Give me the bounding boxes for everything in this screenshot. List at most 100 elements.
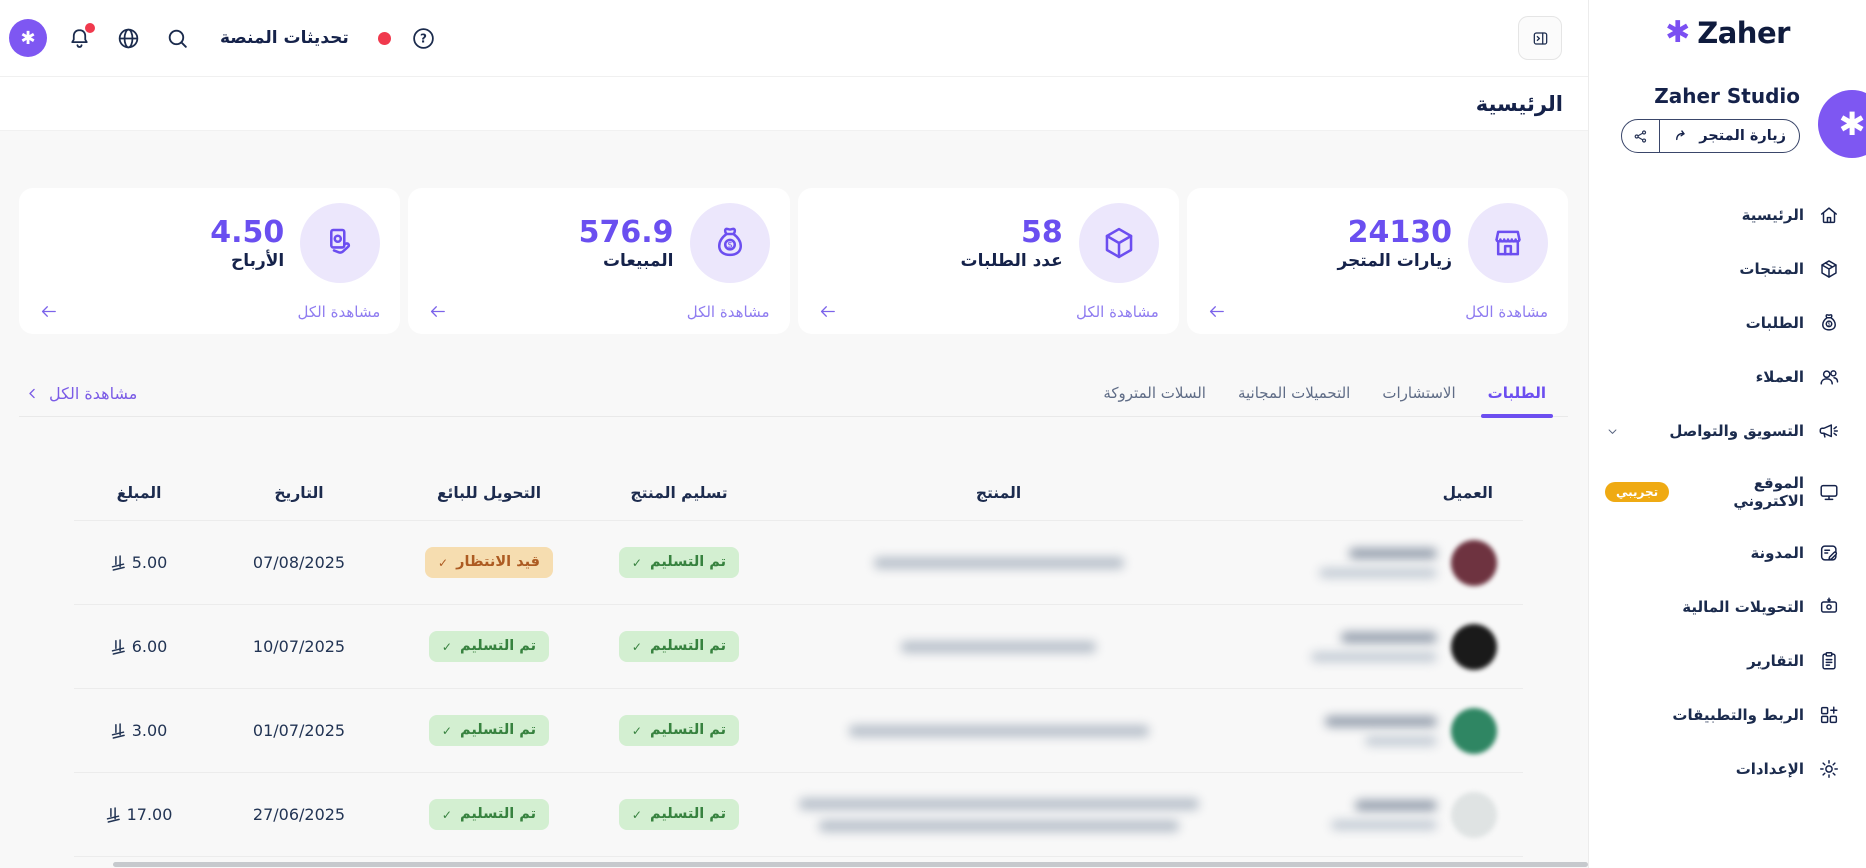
language-globe-icon[interactable] — [116, 26, 141, 51]
riyal-icon — [111, 555, 126, 571]
sidebar-item-orders[interactable]: $ الطلبات — [1589, 296, 1866, 350]
visit-store-button[interactable]: زيارة المتجر — [1621, 119, 1800, 153]
check-icon: ✓ — [632, 641, 642, 653]
platform-avatar[interactable]: ✱ — [9, 19, 47, 57]
amount-value: 3.00 — [132, 721, 168, 740]
order-customer-cell — [1223, 792, 1523, 838]
dashboard-content: 24130 زيارات المتجر مشاهدة الكل 58 عدد ا… — [0, 131, 1588, 868]
order-transfer-cell: تم التسليم✓ — [394, 799, 584, 830]
report-icon — [1818, 650, 1840, 672]
left-arrow-icon — [428, 302, 447, 321]
order-product-cell — [774, 641, 1223, 653]
order-row[interactable]: تم التسليم✓ قيد الانتظار✓ 07/08/2025 5.0… — [74, 521, 1523, 605]
page-title: الرئيسية — [1476, 92, 1563, 116]
customer-blurred-text — [1311, 632, 1437, 662]
stat-label: عدد الطلبات — [961, 251, 1063, 271]
apps-icon — [1818, 704, 1840, 726]
search-icon[interactable] — [165, 26, 190, 51]
delivery-status-badge: تم التسليم✓ — [619, 631, 739, 662]
orders-table-header: العميل المنتج تسليم المنتج التحويل للبائ… — [74, 457, 1523, 521]
sidebar-item-website[interactable]: الموقع الاكتروني تجريبي — [1589, 458, 1866, 526]
sidebar-item-label: الموقع الاكتروني — [1683, 474, 1804, 510]
order-delivery-cell: تم التسليم✓ — [584, 715, 774, 746]
sidebar-item-blog[interactable]: المدونة — [1589, 526, 1866, 580]
stat-label: الأرباح — [231, 251, 284, 271]
tab-abandoned-carts[interactable]: السلات المتروكة — [1087, 384, 1222, 416]
horizontal-scrollbar[interactable] — [113, 862, 1588, 867]
order-amount: 3.00 — [74, 721, 204, 740]
platform-updates-link[interactable]: تحديثات المنصة — [220, 28, 349, 48]
blog-icon — [1818, 542, 1840, 564]
view-all-label: مشاهدة الكل — [49, 384, 137, 403]
sidebar-item-reports[interactable]: التقارير — [1589, 634, 1866, 688]
svg-text:$: $ — [1827, 322, 1830, 328]
order-delivery-cell: تم التسليم✓ — [584, 547, 774, 578]
sidebar-item-label: الربط والتطبيقات — [1672, 706, 1804, 724]
sidebar-item-customers[interactable]: العملاء — [1589, 350, 1866, 404]
visit-arrow-icon — [1673, 127, 1691, 145]
stat-view-all-link[interactable]: مشاهدة الكل — [39, 302, 380, 321]
check-icon: ✓ — [632, 809, 642, 821]
check-icon: ✓ — [442, 641, 452, 653]
order-delivery-cell: تم التسليم✓ — [584, 799, 774, 830]
users-icon — [1818, 366, 1840, 388]
orders-tabs-row: الطلباتالاستشاراتالتحميلات المجانيةالسلا… — [19, 384, 1568, 417]
store-header: ✱ Zaher Studio زيارة المتجر — [1589, 84, 1866, 170]
column-header-customer: العميل — [1223, 484, 1523, 502]
sidebar-item-transfers[interactable]: التحويلات المالية — [1589, 580, 1866, 634]
riyal-icon — [106, 807, 121, 823]
order-row[interactable]: تم التسليم✓ تم التسليم✓ 01/07/2025 3.00 — [74, 689, 1523, 773]
sidebar-item-marketing[interactable]: التسويق والتواصل — [1589, 404, 1866, 458]
column-header-date: التاريخ — [204, 484, 394, 502]
view-all-label: مشاهدة الكل — [687, 303, 770, 321]
stat-card-orders-count: 58 عدد الطلبات مشاهدة الكل — [798, 188, 1179, 334]
order-date: 27/06/2025 — [204, 805, 394, 824]
storefront-icon — [1468, 203, 1548, 283]
zaher-asterisk-icon: ✱ — [1665, 18, 1690, 48]
sidebar-item-settings[interactable]: الإعدادات — [1589, 742, 1866, 796]
order-row[interactable]: تم التسليم✓ تم التسليم✓ 27/06/2025 17.00 — [74, 773, 1523, 857]
store-avatar: ✱ — [1818, 90, 1866, 158]
view-all-label: مشاهدة الكل — [297, 303, 380, 321]
money-bag-icon: $ — [1818, 312, 1840, 334]
tab-free-downloads[interactable]: التحميلات المجانية — [1222, 384, 1366, 416]
topbar: ✱ تحديثات المنصة ? — [0, 0, 1588, 77]
transfer-status-badge: قيد الانتظار✓ — [425, 547, 553, 578]
stat-value: 24130 — [1348, 216, 1452, 249]
stat-value: 576.9 — [579, 216, 674, 249]
share-icon[interactable] — [1622, 120, 1660, 152]
notifications-bell-icon[interactable] — [67, 26, 92, 51]
stat-card-store-visits: 24130 زيارات المتجر مشاهدة الكل — [1187, 188, 1568, 334]
order-row[interactable]: تم التسليم✓ تم التسليم✓ 10/07/2025 6.00 — [74, 605, 1523, 689]
tab-consultations[interactable]: الاستشارات — [1366, 384, 1471, 416]
sidebar-item-home[interactable]: الرئيسية — [1589, 188, 1866, 242]
view-all-label: مشاهدة الكل — [1076, 303, 1159, 321]
sidebar-item-label: العملاء — [1756, 368, 1804, 386]
megaphone-icon — [1818, 420, 1840, 442]
svg-text:?: ? — [420, 31, 427, 45]
order-transfer-cell: قيد الانتظار✓ — [394, 547, 584, 578]
stat-view-all-link[interactable]: مشاهدة الكل — [818, 302, 1159, 321]
stats-grid: 24130 زيارات المتجر مشاهدة الكل 58 عدد ا… — [19, 188, 1568, 334]
check-icon: ✓ — [442, 725, 452, 737]
sidebar-item-products[interactable]: المنتجات — [1589, 242, 1866, 296]
cube-icon — [1079, 203, 1159, 283]
stat-value: 4.50 — [210, 216, 284, 249]
sidebar-item-label: التسويق والتواصل — [1669, 422, 1804, 440]
customer-avatar — [1451, 624, 1497, 670]
column-header-product: المنتج — [774, 484, 1223, 502]
stat-view-all-link[interactable]: مشاهدة الكل — [428, 302, 769, 321]
collapse-sidebar-button[interactable] — [1518, 16, 1562, 60]
gear-icon — [1818, 758, 1840, 780]
help-icon[interactable]: ? — [411, 26, 436, 51]
transfer-status-badge: تم التسليم✓ — [429, 799, 549, 830]
riyal-icon — [111, 639, 126, 655]
sidebar-item-integrations[interactable]: الربط والتطبيقات — [1589, 688, 1866, 742]
column-header-amount: المبلغ — [74, 484, 204, 502]
sales-bag-icon: $ — [690, 203, 770, 283]
svg-text:$: $ — [727, 241, 733, 251]
stat-view-all-link[interactable]: مشاهدة الكل — [1207, 302, 1548, 321]
tab-orders[interactable]: الطلبات — [1472, 384, 1562, 416]
view-all-orders-link[interactable]: مشاهدة الكل — [25, 384, 137, 416]
column-header-delivery: تسليم المنتج — [584, 484, 774, 502]
